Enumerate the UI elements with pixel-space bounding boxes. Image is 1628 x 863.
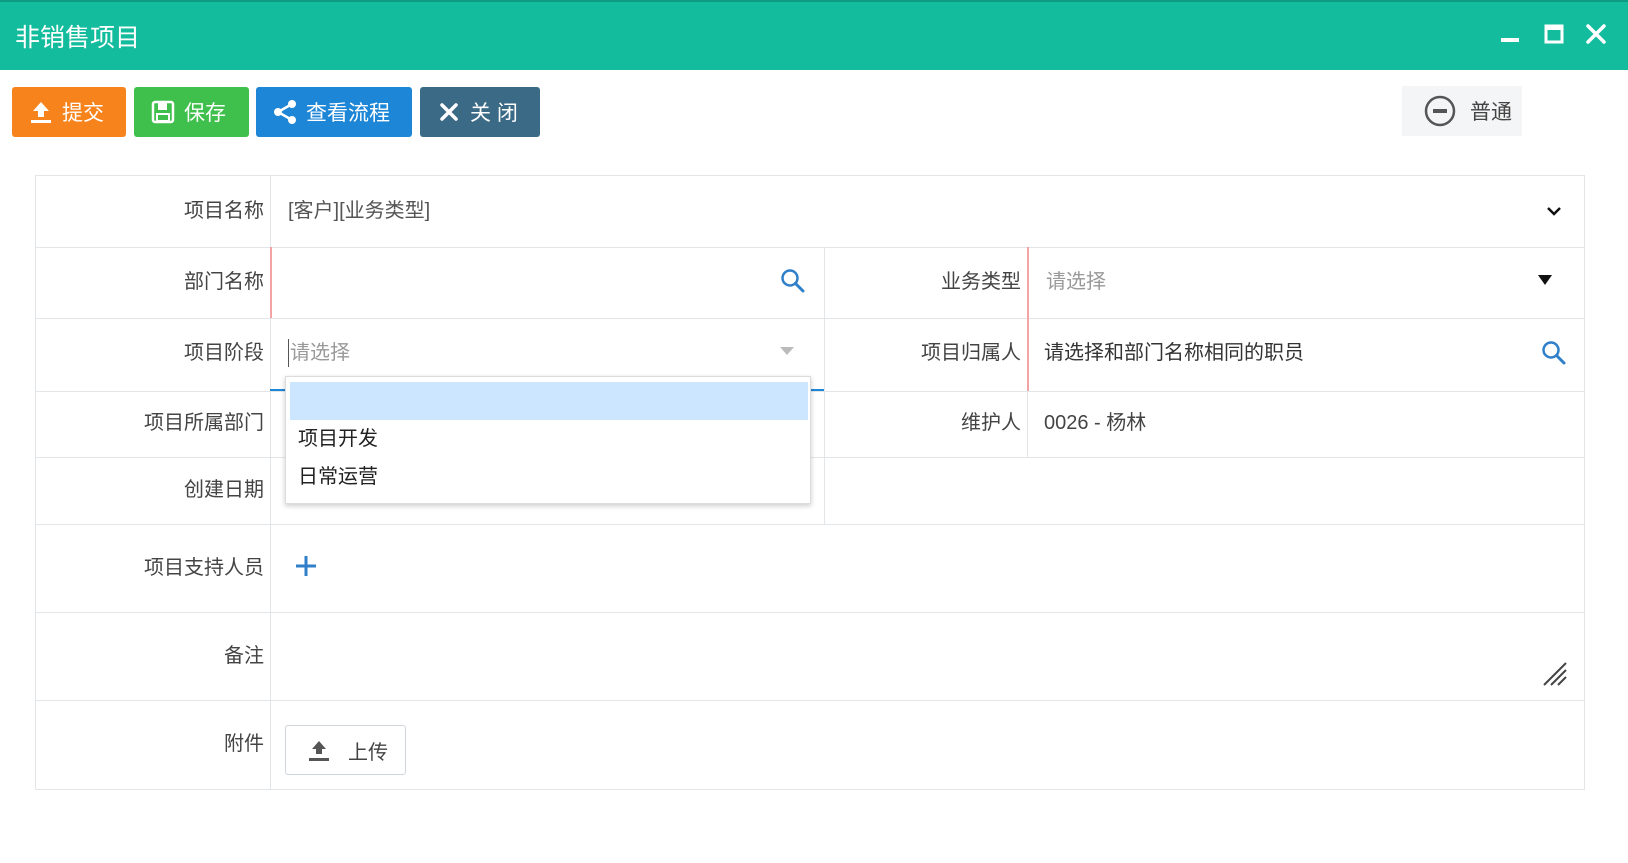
- submit-button[interactable]: 提交: [12, 87, 126, 137]
- project-stage-label: 项目阶段: [184, 342, 264, 364]
- attachment-label: 附件: [224, 733, 264, 755]
- close-label: 关 闭: [470, 102, 518, 125]
- project-name-label: 项目名称: [184, 200, 264, 222]
- project-stage-dropdown: 项目开发 日常运营: [285, 376, 811, 504]
- view-flow-button[interactable]: 查看流程: [256, 87, 412, 137]
- minimize-icon[interactable]: [1496, 20, 1524, 48]
- business-type-label: 业务类型: [941, 271, 1021, 293]
- dropdown-option-project-dev[interactable]: 项目开发: [290, 420, 808, 458]
- triangle-down-icon[interactable]: [1536, 271, 1554, 294]
- save-button[interactable]: 保存: [134, 87, 249, 137]
- remarks-label: 备注: [224, 645, 264, 667]
- remarks-textarea[interactable]: [288, 626, 1558, 696]
- add-support-staff-icon[interactable]: [294, 554, 318, 583]
- search-icon[interactable]: [1541, 340, 1567, 371]
- support-staff-label: 项目支持人员: [144, 557, 264, 579]
- triangle-down-icon[interactable]: [778, 342, 796, 365]
- department-input[interactable]: [288, 268, 758, 296]
- share-icon: [272, 99, 298, 125]
- project-department-label: 项目所属部门: [144, 412, 264, 434]
- priority-label: 普通: [1470, 101, 1512, 124]
- maintainer-value: 0026 - 杨林: [1044, 412, 1147, 434]
- upload-icon: [306, 737, 332, 763]
- upload-icon: [28, 99, 54, 125]
- upload-label: 上传: [348, 741, 388, 764]
- department-label: 部门名称: [184, 271, 264, 293]
- dropdown-option-daily-ops[interactable]: 日常运营: [290, 458, 808, 496]
- window-title: 非销售项目: [15, 24, 141, 52]
- close-button[interactable]: 关 闭: [420, 87, 540, 137]
- create-date-label: 创建日期: [184, 479, 264, 501]
- dropdown-option-empty[interactable]: [290, 382, 808, 420]
- maintainer-label: 维护人: [961, 412, 1021, 434]
- save-label: 保存: [184, 102, 226, 125]
- business-type-select[interactable]: 请选择: [1046, 268, 1106, 296]
- resize-handle-icon[interactable]: [1540, 659, 1568, 692]
- priority-toggle[interactable]: 普通: [1402, 86, 1522, 136]
- project-stage-select[interactable]: 请选择: [288, 339, 350, 367]
- view-flow-label: 查看流程: [306, 102, 390, 125]
- submit-label: 提交: [62, 102, 104, 125]
- minus-circle-icon: [1424, 95, 1456, 127]
- window-titlebar: 非销售项目: [0, 0, 1628, 70]
- chevron-down-icon[interactable]: [1544, 201, 1564, 226]
- close-icon: [436, 99, 462, 125]
- project-name-field[interactable]: [客户][业务类型]: [288, 197, 430, 225]
- maximize-icon[interactable]: [1540, 20, 1568, 48]
- search-icon[interactable]: [780, 268, 806, 299]
- close-window-icon[interactable]: [1582, 20, 1610, 48]
- project-owner-label: 项目归属人: [921, 342, 1021, 364]
- project-owner-input[interactable]: 请选择和部门名称相同的职员: [1044, 339, 1304, 367]
- floppy-disk-icon: [150, 99, 176, 125]
- upload-button[interactable]: 上传: [285, 725, 406, 775]
